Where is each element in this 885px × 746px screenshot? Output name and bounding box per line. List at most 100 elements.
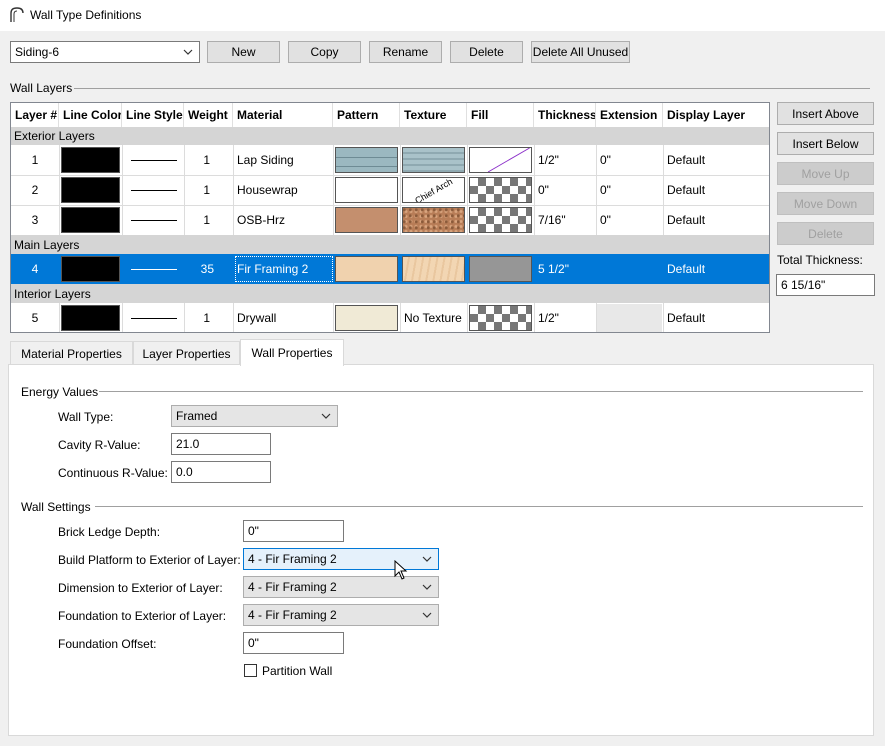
insert-above-button[interactable]: Insert Above xyxy=(777,102,874,125)
insert-below-button[interactable]: Insert Below xyxy=(777,132,874,155)
row-2-extension[interactable]: 0" xyxy=(600,175,663,205)
row-4-material[interactable]: Fir Framing 2 xyxy=(235,256,333,282)
row-5-fill[interactable] xyxy=(469,305,532,331)
tab-material-properties[interactable]: Material Properties xyxy=(10,341,133,365)
row-1-line-color[interactable] xyxy=(61,147,120,173)
rename-button[interactable]: Rename xyxy=(369,41,442,63)
row-3-weight[interactable]: 1 xyxy=(184,205,233,235)
tab-layer-properties[interactable]: Layer Properties xyxy=(133,341,240,365)
row-3-fill[interactable] xyxy=(469,207,532,233)
continuous-r-value-label: Continuous R-Value: xyxy=(58,466,168,480)
build-platform-label: Build Platform to Exterior of Layer: xyxy=(58,553,241,567)
foundation-offset-field[interactable]: 0" xyxy=(243,632,344,654)
row-4-texture[interactable] xyxy=(402,256,465,282)
total-thickness-field[interactable]: 6 15/16" xyxy=(776,274,875,296)
grid-line xyxy=(122,303,123,332)
row-1-layer[interactable]: 1 xyxy=(11,145,59,175)
wall-type-select[interactable]: Siding-6 xyxy=(10,41,200,63)
move-down-button[interactable]: Move Down xyxy=(777,192,874,215)
brick-ledge-depth-field[interactable]: 0" xyxy=(243,520,344,542)
row-5-material[interactable]: Drywall xyxy=(237,303,333,332)
col-header-display-layer[interactable]: Display Layer xyxy=(663,103,769,127)
partition-wall-checkbox[interactable] xyxy=(244,664,257,677)
col-header-fill[interactable]: Fill xyxy=(467,103,534,127)
foundation-dropdown[interactable]: 4 - Fir Framing 2 xyxy=(243,604,439,626)
col-header-material[interactable]: Material xyxy=(233,103,333,127)
row-3-pattern[interactable] xyxy=(335,207,398,233)
row-2-display-layer[interactable]: Default xyxy=(667,175,769,205)
row-4-weight[interactable]: 35 xyxy=(184,254,233,284)
dimension-dropdown[interactable]: 4 - Fir Framing 2 xyxy=(243,576,439,598)
row-4-thickness[interactable]: 5 1/2" xyxy=(538,254,596,284)
row-5-weight[interactable]: 1 xyxy=(184,303,233,332)
row-1-display-layer[interactable]: Default xyxy=(667,145,769,175)
row-5-thickness[interactable]: 1/2" xyxy=(538,303,596,332)
row-4-pattern[interactable] xyxy=(335,256,398,282)
new-button[interactable]: New xyxy=(207,41,280,63)
build-platform-dropdown-value: 4 - Fir Framing 2 xyxy=(248,552,337,566)
build-platform-dropdown[interactable]: 4 - Fir Framing 2 xyxy=(243,548,439,570)
row-1-material[interactable]: Lap Siding xyxy=(237,145,333,175)
row-1-texture[interactable] xyxy=(402,147,465,173)
row-2-layer[interactable]: 2 xyxy=(11,175,59,205)
col-header-line-style[interactable]: Line Style xyxy=(122,103,184,127)
col-header-thickness[interactable]: Thickness xyxy=(534,103,596,127)
row-5-texture[interactable]: No Texture xyxy=(404,303,467,332)
group-divider xyxy=(99,391,863,392)
row-4-line-style[interactable] xyxy=(131,269,177,270)
row-3-line-color[interactable] xyxy=(61,207,120,233)
cavity-r-value-field[interactable]: 21.0 xyxy=(171,433,271,455)
col-header-pattern[interactable]: Pattern xyxy=(333,103,400,127)
tab-wall-properties[interactable]: Wall Properties xyxy=(240,339,344,366)
row-3-line-style[interactable] xyxy=(131,220,177,221)
delete-all-unused-button[interactable]: Delete All Unused xyxy=(531,41,630,63)
col-header-texture[interactable]: Texture xyxy=(400,103,467,127)
row-3-thickness[interactable]: 7/16" xyxy=(538,205,596,235)
row-4-layer[interactable]: 4 xyxy=(11,254,59,284)
row-1-line-style[interactable] xyxy=(131,160,177,161)
row-5-layer[interactable]: 5 xyxy=(11,303,59,332)
row-2-weight[interactable]: 1 xyxy=(184,175,233,205)
row-1-fill[interactable] xyxy=(469,147,532,173)
row-5-display-layer[interactable]: Default xyxy=(667,303,769,332)
chevron-down-icon xyxy=(422,612,432,618)
row-1-thickness[interactable]: 1/2" xyxy=(538,145,596,175)
row-3-extension[interactable]: 0" xyxy=(600,205,663,235)
row-2-fill[interactable] xyxy=(469,177,532,203)
row-3-texture[interactable] xyxy=(402,207,465,233)
chevron-down-icon xyxy=(422,556,432,562)
grid-line xyxy=(596,303,597,332)
copy-button[interactable]: Copy xyxy=(288,41,361,63)
col-header-extension[interactable]: Extension xyxy=(596,103,663,127)
row-2-line-color[interactable] xyxy=(61,177,120,203)
row-4-extension[interactable] xyxy=(600,254,663,284)
row-3-layer[interactable]: 3 xyxy=(11,205,59,235)
row-2-texture[interactable]: Chief Arch xyxy=(402,177,465,203)
continuous-r-value-field[interactable]: 0.0 xyxy=(171,461,271,483)
row-4-fill[interactable] xyxy=(469,256,532,282)
col-header-line-color[interactable]: Line Color xyxy=(59,103,122,127)
row-1-extension[interactable]: 0" xyxy=(600,145,663,175)
row-1-pattern[interactable] xyxy=(335,147,398,173)
move-up-button[interactable]: Move Up xyxy=(777,162,874,185)
row-2-line-style[interactable] xyxy=(131,190,177,191)
row-1-weight[interactable]: 1 xyxy=(184,145,233,175)
row-2-pattern[interactable] xyxy=(335,177,398,203)
row-2-material[interactable]: Housewrap xyxy=(237,175,333,205)
delete-button[interactable]: Delete xyxy=(450,41,523,63)
wall-type-dropdown[interactable]: Framed xyxy=(171,405,338,427)
row-3-material[interactable]: OSB-Hrz xyxy=(237,205,333,235)
row-2-thickness[interactable]: 0" xyxy=(538,175,596,205)
row-5-line-style[interactable] xyxy=(131,318,177,319)
row-5-line-color[interactable] xyxy=(61,305,120,331)
row-4-line-color[interactable] xyxy=(61,256,120,282)
row-5-pattern[interactable] xyxy=(335,305,398,331)
delete-layer-button[interactable]: Delete xyxy=(777,222,874,245)
foundation-dropdown-value: 4 - Fir Framing 2 xyxy=(248,608,337,622)
row-4-display-layer[interactable]: Default xyxy=(667,254,769,284)
col-header-weight[interactable]: Weight xyxy=(184,103,233,127)
row-5-extension[interactable] xyxy=(597,304,662,332)
col-header-layer[interactable]: Layer # xyxy=(11,103,59,127)
row-3-display-layer[interactable]: Default xyxy=(667,205,769,235)
partition-wall-label[interactable]: Partition Wall xyxy=(262,664,332,678)
